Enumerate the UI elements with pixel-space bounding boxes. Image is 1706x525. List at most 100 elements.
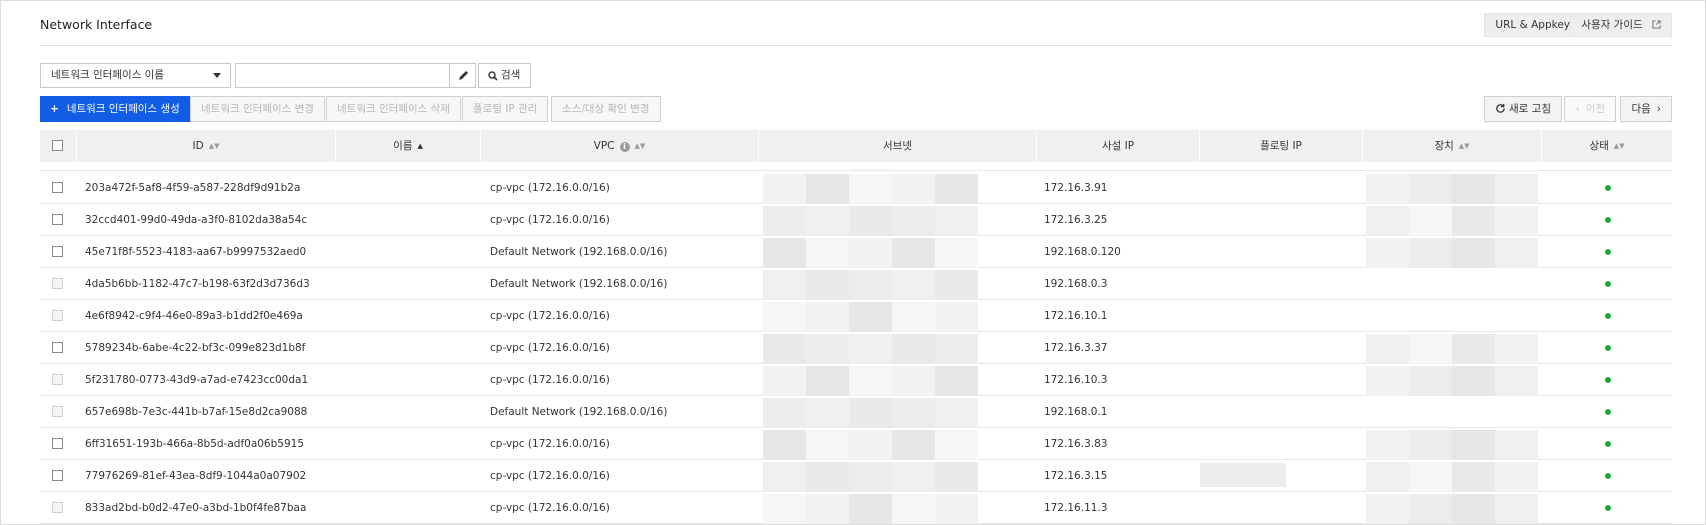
- redacted-subnet: [849, 206, 892, 236]
- search-button[interactable]: 검색: [478, 63, 531, 88]
- search-filter-select[interactable]: 네트워크 인터페이스 이름: [40, 63, 231, 88]
- url-appkey-button[interactable]: URL & Appkey: [1484, 13, 1581, 37]
- row-checkbox[interactable]: [52, 470, 63, 481]
- redacted-subnet: [806, 462, 849, 492]
- redacted-subnet: [763, 206, 806, 236]
- column-header-id[interactable]: ID ▲▼: [77, 130, 336, 162]
- redacted-device: [1366, 430, 1409, 460]
- column-label-floating-ip: 플로팅 IP: [1260, 140, 1302, 152]
- select-all-checkbox[interactable]: [52, 140, 63, 151]
- redacted-subnet: [849, 238, 892, 268]
- table-row[interactable]: 45e71f8f-5523-4183-aa67-b9997532aed0 Defa…: [40, 236, 1672, 268]
- redacted-subnet: [806, 238, 849, 268]
- table-row[interactable]: 32ccd401-99d0-49da-a3f0-8102da38a54c cp-v…: [40, 204, 1672, 236]
- row-checkbox[interactable]: [52, 438, 63, 449]
- redacted-subnet: [763, 270, 806, 300]
- redacted-subnet: [763, 174, 806, 204]
- redacted-subnet: [763, 462, 806, 492]
- redacted-subnet: [935, 494, 978, 524]
- redacted-device: [1409, 206, 1452, 236]
- status-indicator-icon: [1605, 473, 1611, 479]
- redacted-floating-ip: [1200, 463, 1286, 487]
- redacted-device: [1495, 174, 1538, 204]
- redacted-subnet: [892, 302, 935, 332]
- redacted-subnet: [892, 398, 935, 428]
- page-header: Network Interface URL & Appkey 사용자 가이드: [40, 10, 1672, 46]
- redacted-device: [1366, 462, 1409, 492]
- column-header-status[interactable]: 상태 ▲▼: [1542, 130, 1672, 162]
- column-header-device[interactable]: 장치 ▲▼: [1363, 130, 1542, 162]
- table-row[interactable]: 6ff31651-193b-466a-8b5d-adf0a06b5915 cp-v…: [40, 428, 1672, 460]
- refresh-button[interactable]: 새로 고침: [1484, 96, 1562, 122]
- redacted-subnet: [935, 174, 978, 204]
- row-checkbox: [52, 310, 63, 321]
- next-page-button[interactable]: 다음 ›: [1620, 96, 1672, 122]
- redacted-subnet: [892, 494, 935, 524]
- redacted-subnet: [892, 270, 935, 300]
- row-checkbox[interactable]: [52, 182, 63, 193]
- column-header-floating-ip[interactable]: 플로팅 IP: [1200, 130, 1363, 162]
- redacted-device: [1366, 334, 1409, 364]
- table-row[interactable]: 4da5b6bb-1182-47c7-b198-63f2d3d736d3 Defa…: [40, 268, 1672, 300]
- column-label-status: 상태: [1589, 140, 1609, 152]
- redacted-device: [1495, 238, 1538, 268]
- redacted-device: [1495, 430, 1538, 460]
- redacted-subnet: [892, 462, 935, 492]
- column-header-vpc[interactable]: VPC i ▲▼: [481, 130, 759, 162]
- table-row[interactable]: 5f231780-0773-43d9-a7ad-e7423cc00da1 cp-v…: [40, 364, 1672, 396]
- source-target-check-button[interactable]: 소스/대상 확인 변경: [551, 96, 661, 122]
- change-interface-button[interactable]: 네트워크 인터페이스 변경: [190, 96, 325, 122]
- table-row[interactable]: 5789234b-6abe-4c22-bf3c-099e823d1b8f cp-v…: [40, 332, 1672, 364]
- action-toolbar: + 네트워크 인터페이스 생성 네트워크 인터페이스 변경 네트워크 인터페이스 …: [40, 96, 1672, 122]
- redacted-subnet: [935, 462, 978, 492]
- redacted-device: [1495, 334, 1538, 364]
- row-checkbox[interactable]: [52, 246, 63, 257]
- create-interface-button[interactable]: + 네트워크 인터페이스 생성: [40, 96, 191, 122]
- status-indicator-icon: [1605, 185, 1611, 191]
- redacted-device: [1452, 462, 1495, 492]
- redacted-device: [1495, 206, 1538, 236]
- search-input[interactable]: [235, 63, 450, 88]
- info-icon[interactable]: i: [619, 142, 630, 152]
- cell-vpc: Default Network (192.168.0.0/16): [490, 278, 668, 290]
- redacted-subnet: [806, 494, 849, 524]
- cell-vpc: cp-vpc (172.16.0.0/16): [490, 502, 610, 514]
- create-interface-label: 네트워크 인터페이스 생성: [66, 103, 180, 115]
- delete-interface-button[interactable]: 네트워크 인터페이스 삭제: [326, 96, 461, 122]
- column-header-private-ip[interactable]: 사설 IP: [1037, 130, 1200, 162]
- column-header-subnet[interactable]: 서브넷: [759, 130, 1037, 162]
- redacted-device: [1452, 494, 1495, 524]
- redacted-device: [1495, 462, 1538, 492]
- redacted-subnet: [849, 270, 892, 300]
- table-row[interactable]: 657e698b-7e3c-441b-b7af-15e8d2ca9088 Defa…: [40, 396, 1672, 428]
- redacted-subnet: [806, 334, 849, 364]
- redacted-subnet: [935, 430, 978, 460]
- row-checkbox[interactable]: [52, 342, 63, 353]
- status-indicator-icon: [1605, 217, 1611, 223]
- cell-vpc: cp-vpc (172.16.0.0/16): [490, 374, 610, 386]
- cell-vpc: Default Network (192.168.0.0/16): [490, 406, 668, 418]
- user-guide-button[interactable]: 사용자 가이드: [1570, 13, 1672, 37]
- prev-page-button[interactable]: ‹ 이전: [1564, 96, 1616, 122]
- sort-icon: ▲▼: [1458, 142, 1470, 150]
- row-checkbox: [52, 406, 63, 417]
- cell-private-ip: 172.16.10.3: [1044, 374, 1108, 386]
- floating-ip-manage-button[interactable]: 플로팅 IP 관리: [462, 96, 549, 122]
- status-indicator-icon: [1605, 409, 1611, 415]
- cell-vpc: cp-vpc (172.16.0.0/16): [490, 214, 610, 226]
- table-row[interactable]: 77976269-81ef-43ea-8df9-1044a0a07902 cp-v…: [40, 460, 1672, 492]
- table-header: ID ▲▼ 이름 ▲ VPC i ▲▼ 서브넷 사설 IP 플로팅 IP 장치 ▲▼ 상태…: [40, 130, 1672, 162]
- table-row[interactable]: 833ad2bd-b0d2-47e0-a3bd-1b0f4fe87baa cp-v…: [40, 492, 1672, 524]
- edit-filter-button[interactable]: [450, 63, 476, 88]
- sort-asc-icon: ▲: [417, 142, 423, 150]
- table-divider: [40, 170, 1672, 171]
- table-row[interactable]: 4e6f8942-c9f4-46e0-89a3-b1dd2f0e469a cp-v…: [40, 300, 1672, 332]
- cell-id: 6ff31651-193b-466a-8b5d-adf0a06b5915: [85, 438, 305, 450]
- redacted-device: [1409, 174, 1452, 204]
- redacted-subnet: [935, 302, 978, 332]
- column-header-name[interactable]: 이름 ▲: [336, 130, 481, 162]
- row-checkbox[interactable]: [52, 214, 63, 225]
- table-row[interactable]: 203a472f-5af8-4f59-a587-228df9d91b2a cp-v…: [40, 172, 1672, 204]
- redacted-subnet: [849, 462, 892, 492]
- cell-private-ip: 172.16.10.1: [1044, 310, 1108, 322]
